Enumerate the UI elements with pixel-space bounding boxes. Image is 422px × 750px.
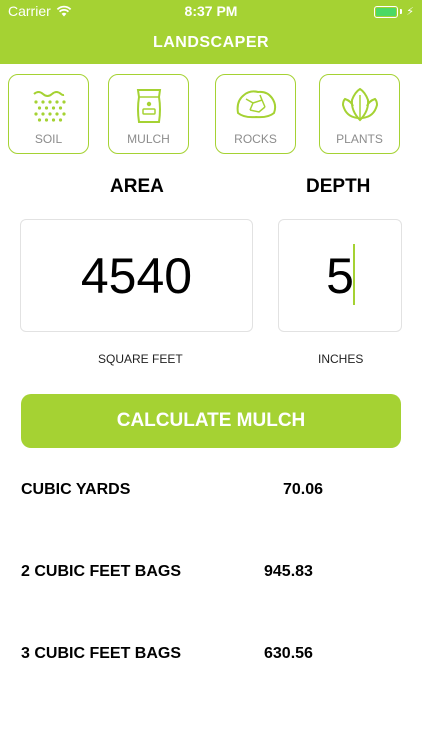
charging-bolt-icon: ⚡ [406, 6, 414, 18]
calculate-button[interactable]: CALCULATE MULCH [21, 394, 401, 448]
soil-icon [32, 91, 66, 122]
result-label-3cf-bags: 3 CUBIC FEET BAGS [21, 645, 182, 662]
status-time: 8:37 PM [184, 3, 238, 19]
mulch-bag-icon [136, 89, 161, 123]
depth-label: DEPTH [306, 176, 371, 197]
category-mulch-button[interactable]: MULCH [108, 74, 189, 154]
category-label: PLANTS [336, 132, 383, 146]
depth-unit-label: INCHES [318, 352, 364, 366]
depth-input[interactable]: 5 [278, 219, 402, 332]
area-input-value: 4540 [80, 248, 193, 304]
category-label: ROCKS [234, 132, 277, 146]
area-input[interactable]: 4540 [20, 219, 253, 332]
result-label-2cf-bags: 2 CUBIC FEET BAGS [21, 563, 182, 580]
result-value-2cf-bags: 945.83 [264, 563, 313, 580]
status-bar: Carrier 8:37 PM ⚡ [0, 0, 422, 22]
app-header: Carrier 8:37 PM ⚡ LANDSCAPER [0, 0, 422, 64]
result-value-cubic-yards: 70.06 [283, 481, 324, 498]
battery-icon: ⚡ [374, 5, 414, 18]
plant-leaf-icon [341, 87, 378, 122]
result-label-cubic-yards: CUBIC YARDS [21, 481, 131, 498]
area-unit-label: SQUARE FEET [98, 352, 183, 366]
category-label: MULCH [127, 132, 170, 146]
depth-input-value: 5 [326, 248, 354, 304]
category-soil-button[interactable]: SOIL [8, 74, 89, 154]
category-label: SOIL [34, 132, 63, 146]
result-value-3cf-bags: 630.56 [264, 645, 313, 662]
text-cursor [353, 244, 355, 305]
rocks-icon [236, 90, 276, 119]
app-title: LANDSCAPER [152, 34, 270, 51]
category-plants-button[interactable]: PLANTS [319, 74, 400, 154]
area-label: AREA [110, 176, 164, 197]
category-rocks-button[interactable]: ROCKS [215, 74, 296, 154]
